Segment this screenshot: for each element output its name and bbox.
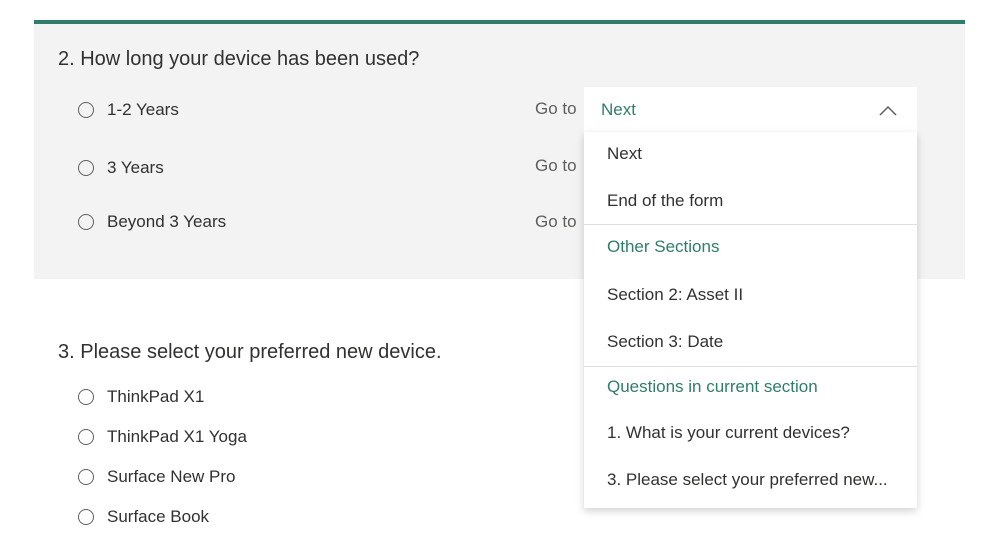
dropdown-item-section-3[interactable]: Section 3: Date xyxy=(607,332,723,352)
goto-section-select[interactable]: Next xyxy=(584,87,917,132)
q3-option-thinkpad-x1[interactable]: ThinkPad X1 xyxy=(78,386,204,408)
radio-circle-icon[interactable] xyxy=(78,509,94,525)
option-label: 3 Years xyxy=(107,158,164,177)
option-label: Surface New Pro xyxy=(107,467,236,486)
dropdown-item-section-2[interactable]: Section 2: Asset II xyxy=(607,285,743,305)
radio-circle-icon[interactable] xyxy=(78,389,94,405)
dropdown-header-other-sections: Other Sections xyxy=(607,237,720,256)
radio-circle-icon[interactable] xyxy=(78,214,94,230)
dropdown-divider xyxy=(584,366,917,367)
chevron-up-icon[interactable] xyxy=(879,102,897,120)
dropdown-divider xyxy=(584,224,917,225)
option-label: 1-2 Years xyxy=(107,100,179,119)
q2-option-1-2-years[interactable]: 1-2 Years xyxy=(78,99,179,121)
radio-circle-icon[interactable] xyxy=(78,160,94,176)
q3-option-surface-new-pro[interactable]: Surface New Pro xyxy=(78,466,236,488)
goto-select-value: Next xyxy=(601,100,636,119)
dropdown-item-question-3[interactable]: 3. Please select your preferred new... xyxy=(607,470,888,490)
question-3-title: 3. Please select your preferred new devi… xyxy=(58,341,442,363)
radio-circle-icon[interactable] xyxy=(78,469,94,485)
dropdown-item-question-1[interactable]: 1. What is your current devices? xyxy=(607,423,850,443)
q2-option-3-goto-label: Go to xyxy=(535,212,577,231)
option-label: ThinkPad X1 Yoga xyxy=(107,427,247,446)
dropdown-item-next[interactable]: Next xyxy=(607,144,642,164)
q2-option-1-goto-label: Go to xyxy=(535,99,577,118)
option-label: Surface Book xyxy=(107,507,210,526)
radio-circle-icon[interactable] xyxy=(78,429,94,445)
q2-option-beyond-3-years[interactable]: Beyond 3 Years xyxy=(78,211,226,233)
option-label: Beyond 3 Years xyxy=(107,212,227,231)
q3-option-thinkpad-x1-yoga[interactable]: ThinkPad X1 Yoga xyxy=(78,426,247,448)
q3-option-surface-book[interactable]: Surface Book xyxy=(78,506,209,528)
dropdown-header-questions: Questions in current section xyxy=(607,377,818,396)
radio-circle-icon[interactable] xyxy=(78,102,94,118)
goto-dropdown-menu: Next End of the form Other Sections Sect… xyxy=(584,132,917,508)
question-2-title: 2. How long your device has been used? xyxy=(58,48,420,70)
q2-option-2-goto-label: Go to xyxy=(535,156,577,175)
dropdown-item-end-of-form[interactable]: End of the form xyxy=(607,191,723,211)
q2-option-3-years[interactable]: 3 Years xyxy=(78,157,164,179)
option-label: ThinkPad X1 xyxy=(107,387,205,406)
